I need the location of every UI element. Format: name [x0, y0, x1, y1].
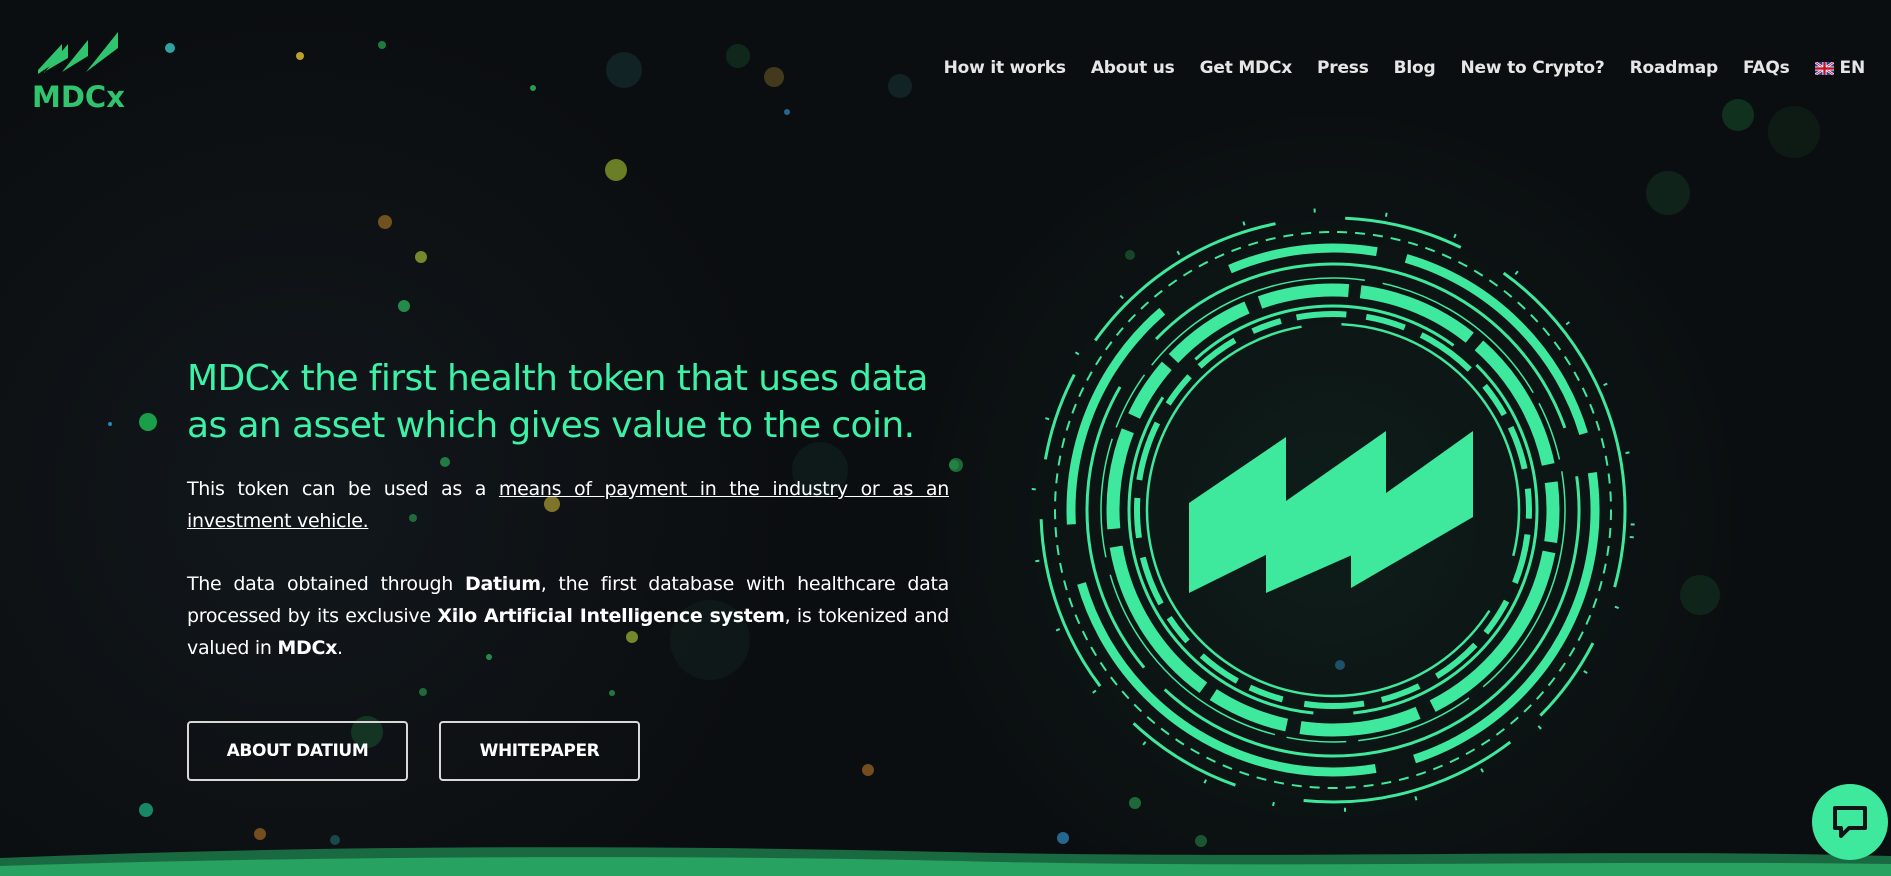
- datium-text-1: The data obtained through: [187, 573, 465, 595]
- about-datium-button[interactable]: ABOUT DATIUM: [187, 721, 408, 781]
- nav-item-press[interactable]: Press: [1317, 58, 1369, 78]
- bottom-wave-decoration: [0, 847, 1891, 876]
- datium-bold: Datium: [464, 573, 541, 595]
- nav-item-new-to-crypto[interactable]: New to Crypto?: [1460, 58, 1604, 78]
- nav-item-about-us[interactable]: About us: [1091, 58, 1175, 78]
- hero-section: MDCx the first health token that uses da…: [187, 355, 949, 664]
- language-selector[interactable]: EN: [1814, 58, 1866, 78]
- logo-mark-icon: [38, 32, 118, 74]
- hero-paragraph-payment: This token can be used as a means of pay…: [187, 473, 949, 537]
- nav-item-roadmap[interactable]: Roadmap: [1630, 58, 1719, 78]
- hero-headline: MDCx the first health token that uses da…: [187, 358, 928, 446]
- mdcx-coin-emblem: [1031, 208, 1635, 812]
- chat-bubble-icon: [1833, 806, 1867, 838]
- payment-text: This token can be used as a: [187, 478, 499, 500]
- datium-text-4: .: [337, 637, 343, 659]
- hero-paragraph-datium: The data obtained through Datium, the fi…: [187, 568, 949, 664]
- nav-item-get-mdcx[interactable]: Get MDCx: [1200, 58, 1293, 78]
- whitepaper-button[interactable]: WHITEPAPER: [439, 721, 640, 781]
- mdcx-logo[interactable]: MDCx: [32, 28, 128, 116]
- chat-button[interactable]: [1812, 784, 1888, 860]
- mdcx-bold: MDCx: [277, 637, 338, 659]
- hero-buttons: ABOUT DATIUM WHITEPAPER: [187, 721, 640, 781]
- uk-flag-icon: [1814, 61, 1834, 75]
- language-label: EN: [1839, 58, 1866, 78]
- nav-item-blog[interactable]: Blog: [1394, 58, 1436, 78]
- nav-item-how-it-works[interactable]: How it works: [944, 58, 1066, 78]
- nav-item-faqs[interactable]: FAQs: [1743, 58, 1790, 78]
- xilo-ai-bold: Xilo Artificial Intelligence system: [437, 605, 785, 627]
- main-navigation: How it works About us Get MDCx Press Blo…: [919, 58, 1866, 78]
- logo-wordmark: MDCx: [32, 80, 125, 114]
